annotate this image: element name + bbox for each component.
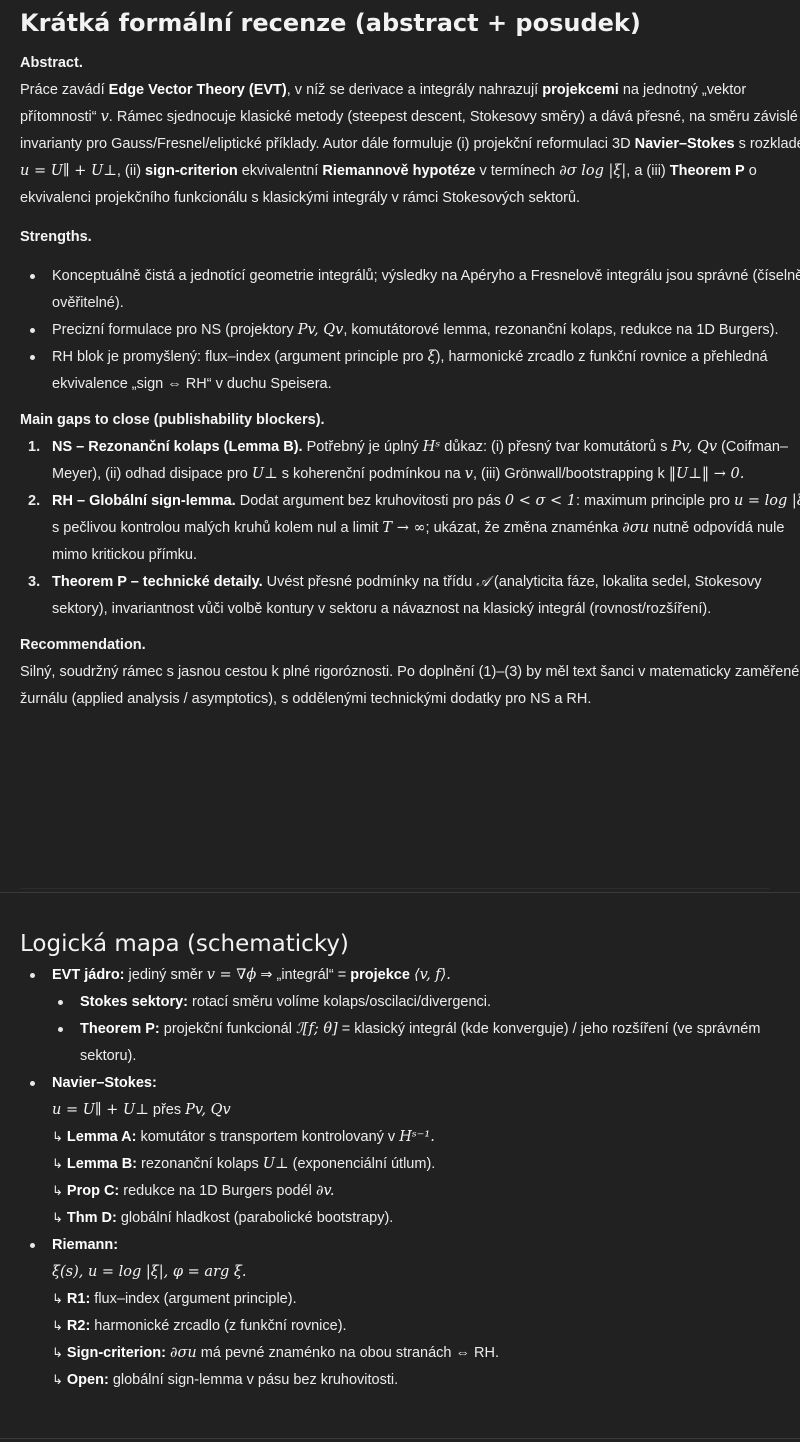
divider	[20, 888, 770, 889]
review-section: Krátká formální recenze (abstract + posu…	[0, 0, 800, 713]
sign-criterion: ↳ Sign-criterion: ∂σu má pevné znaménko n…	[52, 1345, 500, 1361]
recommendation-label: Recommendation.	[20, 637, 146, 653]
list-item: 2. RH – Globální sign-lemma. Dodat argume…	[28, 493, 800, 563]
list-item: Konceptuálně čistá a jednotící geometrie…	[20, 263, 800, 317]
arrow-icon: ↳	[52, 1346, 63, 1361]
list-item: 1. NS – Rezonanční kolaps (Lemma B). Potř…	[28, 439, 788, 482]
prop-c: ↳ Prop C: redukce na 1D Burgers podél ∂v.	[52, 1183, 335, 1199]
list-item: RH blok je promyšlený: flux–index (argum…	[20, 344, 800, 398]
arrow-icon: ↳	[52, 1211, 63, 1226]
abstract-label: Abstract.	[20, 55, 83, 71]
list-item-evt: EVT jádro: jediný směr v = ∇ϕ ⇒ „integrá…	[20, 962, 800, 989]
arrow-icon: ↳	[52, 1319, 63, 1334]
list-item-ns: Navier–Stokes:	[20, 1070, 800, 1097]
map-title: Logická mapa (schematicky)	[20, 931, 349, 957]
ns-list: Navier–Stokes:	[20, 1070, 800, 1097]
r1: ↳ R1: flux–index (argument principle).	[52, 1291, 297, 1307]
review-title: Krátká formální recenze (abstract + posu…	[20, 9, 641, 37]
list-item: Precizní formulace pro NS (projektory Pv…	[20, 317, 800, 344]
arrow-icon: ↳	[52, 1130, 63, 1145]
arrow-icon: ↳	[52, 1292, 63, 1307]
thm-d: ↳ Thm D: globální hladkost (parabolické b…	[52, 1210, 394, 1226]
strengths-list: Konceptuálně čistá a jednotící geometrie…	[20, 263, 800, 398]
strengths-label: Strengths.	[20, 229, 92, 245]
lemma-a: ↳ Lemma A: komutátor s transportem kontro…	[52, 1129, 435, 1145]
lemma-b: ↳ Lemma B: rezonanční kolaps U⊥ (exponenc…	[52, 1156, 436, 1172]
recommendation-text: Silný, soudržný rámec s jasnou cestou k …	[20, 664, 800, 707]
gaps-list: 1. NS – Rezonanční kolaps (Lemma B). Potř…	[20, 434, 800, 623]
riemann-list: Riemann:	[20, 1232, 800, 1259]
logic-map-section: Logická mapa (schematicky) EVT jádro: je…	[0, 926, 800, 1394]
ns-decomposition: u = U∥ + U⊥ přes Pv, Qv	[52, 1102, 231, 1118]
riemann-defs: ξ(s), u = log |ξ|, φ = arg ξ.	[52, 1264, 247, 1280]
open-problem: ↳ Open: globální sign-lemma v pásu bez kr…	[52, 1372, 399, 1388]
map-list: EVT jádro: jediný směr v = ∇ϕ ⇒ „integrá…	[20, 962, 800, 989]
list-item: 3. Theorem P – technické detaily. Uvést p…	[28, 574, 762, 617]
gaps-label: Main gaps to close (publishability block…	[20, 412, 325, 428]
arrow-icon: ↳	[52, 1373, 63, 1388]
list-item-riemann: Riemann:	[20, 1232, 800, 1259]
arrow-icon: ↳	[52, 1184, 63, 1199]
divider	[0, 892, 800, 893]
list-item: Theorem P: projekční funkcionál ℐ[f; θ] …	[20, 1016, 800, 1070]
r2: ↳ R2: harmonické zrcadlo (z funkční rovni…	[52, 1318, 347, 1334]
abstract-text: Práce zavádí Edge Vector Theory (EVT), v…	[20, 82, 800, 206]
evt-sublist: Stokes sektory: rotací směru volíme kola…	[20, 989, 800, 1070]
list-item: Stokes sektory: rotací směru volíme kola…	[20, 989, 800, 1016]
arrow-icon: ↳	[52, 1157, 63, 1172]
divider	[0, 1438, 800, 1439]
